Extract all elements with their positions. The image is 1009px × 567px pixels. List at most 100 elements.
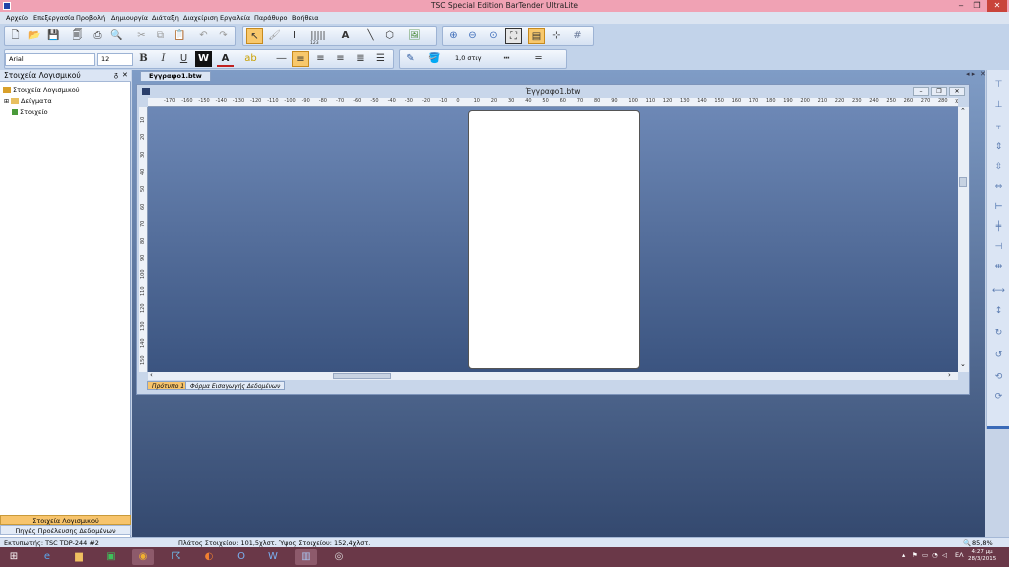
page-setup-icon[interactable]: 🗐 [69,28,86,44]
text-tool-icon[interactable]: A [337,28,354,44]
shape-tool-icon[interactable]: ⬡ [381,28,398,44]
panel-close-icon[interactable]: ✕ [122,71,128,79]
underline-button[interactable]: U [175,51,192,67]
zoom-in-icon[interactable]: ⊕ [445,28,462,44]
tree-item-samples[interactable]: ⊞ Δείγματα [4,97,52,105]
language-indicator[interactable]: ΕΛ [955,551,964,559]
start-icon[interactable]: ⊞ [3,549,25,565]
save-icon[interactable]: 💾 [45,28,62,44]
rotate-270-icon[interactable]: ⟲ [992,372,1005,383]
minimize-button[interactable]: ‒ [953,0,969,12]
tab-template-1[interactable]: Πρότυπο 1 [147,381,190,390]
dash-style-icon[interactable]: ┅ [498,51,515,67]
menu-view[interactable]: Προβολή [76,14,105,22]
undo-icon[interactable]: ↶ [195,28,212,44]
scroll-up-icon[interactable]: ⌃ [960,107,966,115]
outlook-icon[interactable]: O [230,549,252,565]
distribute-vertical-icon[interactable]: ⇕ [992,142,1005,153]
tab-scroll-icon[interactable]: ◂ ▸ [966,70,975,78]
spacing-icon[interactable]: ☰ [372,51,389,67]
align-middle-icon[interactable]: ⊥ [992,100,1005,111]
tree-root[interactable]: Στοιχεία Λογισμικού [3,86,80,94]
bartender-icon[interactable]: ▥ [295,549,317,565]
line-style-icon[interactable]: ― [273,51,290,67]
line-color-icon[interactable]: ✎ [402,51,419,67]
file-explorer-icon[interactable]: ▆ [68,549,90,565]
highlight-icon[interactable]: ab [242,51,259,67]
font-name-select[interactable]: Arial [5,53,95,66]
menu-create[interactable]: Δημιουργία [111,14,148,22]
rotate-180-icon[interactable]: ↺ [992,350,1005,361]
horizontal-scrollbar[interactable]: ‹ › [148,371,958,380]
new-icon[interactable]: 🗋 [7,28,24,44]
page-frame-icon[interactable]: ▤ [528,28,545,44]
select-arrow-icon[interactable]: ↖ [246,28,263,44]
fit-page-icon[interactable]: ⛶ [505,28,522,44]
scroll-down-icon[interactable]: ⌄ [960,360,966,368]
font-size-select[interactable]: 12 [97,53,133,66]
menu-administer[interactable]: Διαχείριση [183,14,218,22]
font-color-icon[interactable]: A [217,51,234,67]
print-preview-icon[interactable]: 🔍 [108,28,125,44]
internet-explorer-icon[interactable]: e [36,549,58,565]
maximize-button[interactable]: ❐ [969,0,985,12]
pin-icon[interactable]: ᵹ [114,71,118,79]
workspace-close-icon[interactable]: ✕ [980,70,986,78]
reverse-button[interactable]: W [195,51,212,67]
picture-tool-icon[interactable]: 🖼 [406,28,423,44]
open-icon[interactable]: 📂 [26,28,43,44]
menu-help[interactable]: Βοήθεια [292,14,319,22]
word-icon[interactable]: W [262,549,284,565]
doc-restore-button[interactable]: ❐ [931,87,947,96]
rotate-0-icon[interactable]: ⟳ [992,392,1005,403]
tree-item-component[interactable]: Στοιχείο [12,108,48,116]
distribute-horizontal-icon[interactable]: ⇹ [992,262,1005,273]
align-center-icon[interactable]: ≡ [312,51,329,67]
zoom-out-icon[interactable]: ⊖ [464,28,481,44]
menu-arrange[interactable]: Διάταξη [152,14,179,22]
vertical-scrollbar[interactable]: ⌃ ⌄ [958,107,969,372]
same-height-icon[interactable]: ↕ [992,306,1005,317]
zoom-level[interactable]: 85,8% [972,539,993,547]
align-left-icon[interactable]: ≡ [292,51,309,67]
design-canvas[interactable] [148,107,958,372]
align-right-icon[interactable]: ≡ [332,51,349,67]
clock[interactable]: 4:27 μμ 28/3/2015 [968,549,996,563]
paste-icon[interactable]: 📋 [171,28,188,44]
line-tool-icon[interactable]: ╲ [362,28,379,44]
zoom-fit-icon[interactable]: ⊙ [485,28,502,44]
menu-file[interactable]: Αρχείο [6,14,28,22]
menu-tools[interactable]: Εργαλεία [220,14,250,22]
volume-icon[interactable]: ◁ [942,551,947,559]
doc-close-button[interactable]: ✕ [949,87,965,96]
firefox-icon[interactable]: ◐ [198,549,220,565]
center-horizontal-icon[interactable]: ⇔ [992,182,1005,193]
snap-icon[interactable]: ⊹ [548,28,565,44]
menu-edit[interactable]: Επεξεργασία [33,14,75,22]
tab-toolbox[interactable]: Στοιχεία Λογισμικού [0,515,131,525]
line-width-select[interactable]: 1,0 στιγ [452,53,496,66]
bold-button[interactable]: B [135,51,152,67]
tab-data-sources[interactable]: Πηγές Προέλευσης Δεδομένων [0,525,131,535]
document-tab[interactable]: Εγγραφο1.btw [140,71,211,81]
scroll-left-icon[interactable]: ‹ [150,371,153,379]
align-bottom-icon[interactable]: ⫟ [992,122,1005,133]
print-icon[interactable]: ⎙ [89,28,106,44]
fill-color-icon[interactable]: 🪣 [426,51,443,67]
format-painter-icon[interactable]: 🖌 [266,28,283,44]
center-vertical-icon[interactable]: ⇳ [992,162,1005,173]
text-cursor-icon[interactable]: I [286,28,303,44]
misc-app-icon[interactable]: ◎ [328,549,350,565]
same-width-icon[interactable]: ⟷ [992,286,1005,297]
scroll-right-icon[interactable]: › [948,371,951,379]
copy-icon[interactable]: ⧉ [152,28,169,44]
vertical-scroll-thumb[interactable] [959,177,967,187]
chrome-icon[interactable]: ◉ [132,549,154,565]
zoom-icon[interactable]: 🔍 [963,539,971,547]
align-center-edge-icon[interactable]: ╪ [992,222,1005,233]
horizontal-scroll-thumb[interactable] [333,373,391,379]
store-icon[interactable]: ▣ [100,549,122,565]
wifi-icon[interactable]: ◔ [932,551,938,559]
cut-icon[interactable]: ✂ [133,28,150,44]
label-template[interactable] [468,110,640,369]
